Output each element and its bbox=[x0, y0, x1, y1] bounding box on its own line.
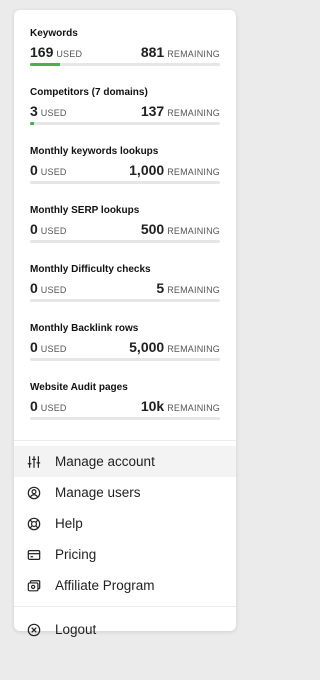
manage-account-menu-item[interactable]: Manage account bbox=[14, 446, 236, 477]
used-count: 169 USED bbox=[30, 44, 83, 60]
usage-progress-bar bbox=[30, 299, 220, 302]
usage-progress-bar bbox=[30, 358, 220, 361]
logout-label: Logout bbox=[55, 622, 97, 637]
usage-backlink-rows: Monthly Backlink rows 0 USED 5,000 REMAINI… bbox=[30, 322, 220, 381]
metric-row: 3 USED 137 REMAINING bbox=[30, 102, 220, 121]
account-menu: Manage account Manage users Help Pricing… bbox=[14, 441, 236, 606]
cards-icon bbox=[26, 578, 41, 593]
remaining-count: 10k REMAINING bbox=[140, 398, 220, 414]
used-count: 0 USED bbox=[30, 339, 67, 355]
usage-difficulty-checks: Monthly Difficulty checks 0 USED 5 REMAINI… bbox=[30, 263, 220, 322]
help-menu-item[interactable]: Help bbox=[14, 508, 236, 539]
metric-row: 0 USED 1,000 REMAINING bbox=[30, 161, 220, 180]
affiliate-program-menu-item[interactable]: Affiliate Program bbox=[14, 570, 236, 601]
usage-progress-bar bbox=[30, 240, 220, 243]
metric-title: Keywords bbox=[30, 28, 78, 39]
usage-serp-lookups: Monthly SERP lookups 0 USED 500 REMAINING bbox=[30, 204, 220, 263]
manage-users-menu-item[interactable]: Manage users bbox=[14, 477, 236, 508]
used-count: 0 USED bbox=[30, 280, 67, 296]
logout-menu-item[interactable]: Logout bbox=[14, 614, 236, 645]
close-circle-icon bbox=[26, 622, 41, 637]
remaining-count: 5,000 REMAINING bbox=[129, 339, 220, 355]
logout-section: Logout bbox=[14, 607, 236, 652]
credit-card-icon bbox=[26, 547, 41, 562]
usage-progress-bar bbox=[30, 63, 220, 66]
pricing-menu-item[interactable]: Pricing bbox=[14, 539, 236, 570]
remaining-count: 1,000 REMAINING bbox=[129, 162, 220, 178]
metric-title: Monthly keywords lookups bbox=[30, 146, 159, 157]
usage-progress-bar bbox=[30, 122, 220, 125]
menu-item-label: Help bbox=[55, 516, 83, 531]
menu-item-label: Manage users bbox=[55, 485, 141, 500]
metric-title: Competitors (7 domains) bbox=[30, 87, 148, 98]
usage-keyword-lookups: Monthly keywords lookups 0 USED 1,000 REMA… bbox=[30, 145, 220, 204]
used-count: 0 USED bbox=[30, 398, 67, 414]
usage-section: Keywords 169 USED 881 REMAINING Competitor… bbox=[14, 10, 236, 440]
menu-item-label: Manage account bbox=[55, 454, 155, 469]
usage-progress-bar bbox=[30, 417, 220, 420]
sliders-icon bbox=[26, 454, 41, 469]
metric-row: 0 USED 5 REMAINING bbox=[30, 279, 220, 298]
used-count: 0 USED bbox=[30, 221, 67, 237]
usage-progress-bar bbox=[30, 181, 220, 184]
usage-progress-fill bbox=[30, 122, 34, 125]
menu-item-label: Pricing bbox=[55, 547, 97, 562]
metric-title: Monthly Difficulty checks bbox=[30, 264, 151, 275]
used-count: 3 USED bbox=[30, 103, 67, 119]
lifebuoy-icon bbox=[26, 516, 41, 531]
metric-row: 0 USED 500 REMAINING bbox=[30, 220, 220, 239]
user-circle-icon bbox=[26, 485, 41, 500]
usage-audit-pages: Website Audit pages 0 USED 10k REMAINING bbox=[30, 381, 220, 440]
metric-row: 0 USED 10k REMAINING bbox=[30, 397, 220, 416]
metric-title: Monthly Backlink rows bbox=[30, 323, 139, 334]
metric-title: Monthly SERP lookups bbox=[30, 205, 140, 216]
remaining-count: 5 REMAINING bbox=[156, 280, 220, 296]
metric-row: 169 USED 881 REMAINING bbox=[30, 43, 220, 62]
remaining-count: 881 REMAINING bbox=[140, 44, 220, 60]
usage-competitors: Competitors (7 domains) 3 USED 137 REMAINI… bbox=[30, 86, 220, 145]
remaining-count: 500 REMAINING bbox=[140, 221, 220, 237]
remaining-count: 137 REMAINING bbox=[140, 103, 220, 119]
usage-progress-fill bbox=[30, 63, 61, 66]
metric-title: Website Audit pages bbox=[30, 382, 128, 393]
metric-row: 0 USED 5,000 REMAINING bbox=[30, 338, 220, 357]
menu-item-label: Affiliate Program bbox=[55, 578, 155, 593]
usage-keywords: Keywords 169 USED 881 REMAINING bbox=[30, 27, 220, 86]
used-count: 0 USED bbox=[30, 162, 67, 178]
account-dropdown: Keywords 169 USED 881 REMAINING Competitor… bbox=[14, 10, 236, 637]
